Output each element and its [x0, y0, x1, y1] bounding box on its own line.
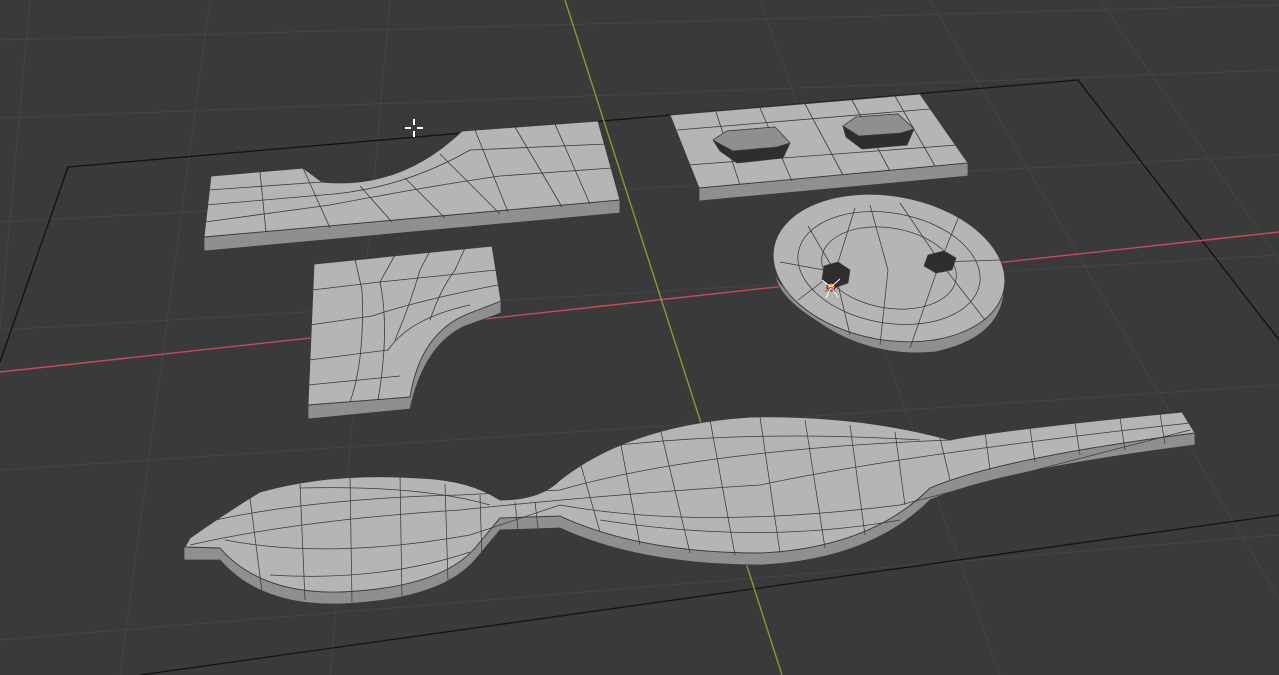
- grid-lines: [0, 0, 1279, 675]
- x-axis-line: [0, 231, 1279, 373]
- crosshair-cursor-icon: [405, 119, 423, 137]
- slab-with-arc-cutout[interactable]: [203, 120, 621, 252]
- viewport-scene[interactable]: [0, 0, 1279, 675]
- disc-with-two-holes[interactable]: [761, 177, 1016, 359]
- bulb-bar[interactable]: [183, 411, 1196, 605]
- l-bend-panel[interactable]: [307, 245, 502, 420]
- plate-with-two-octagon-holes[interactable]: [669, 93, 969, 202]
- y-axis-line: [564, 0, 783, 675]
- 3d-viewport[interactable]: [0, 0, 1279, 675]
- floor-plane-outline: [0, 79, 1279, 363]
